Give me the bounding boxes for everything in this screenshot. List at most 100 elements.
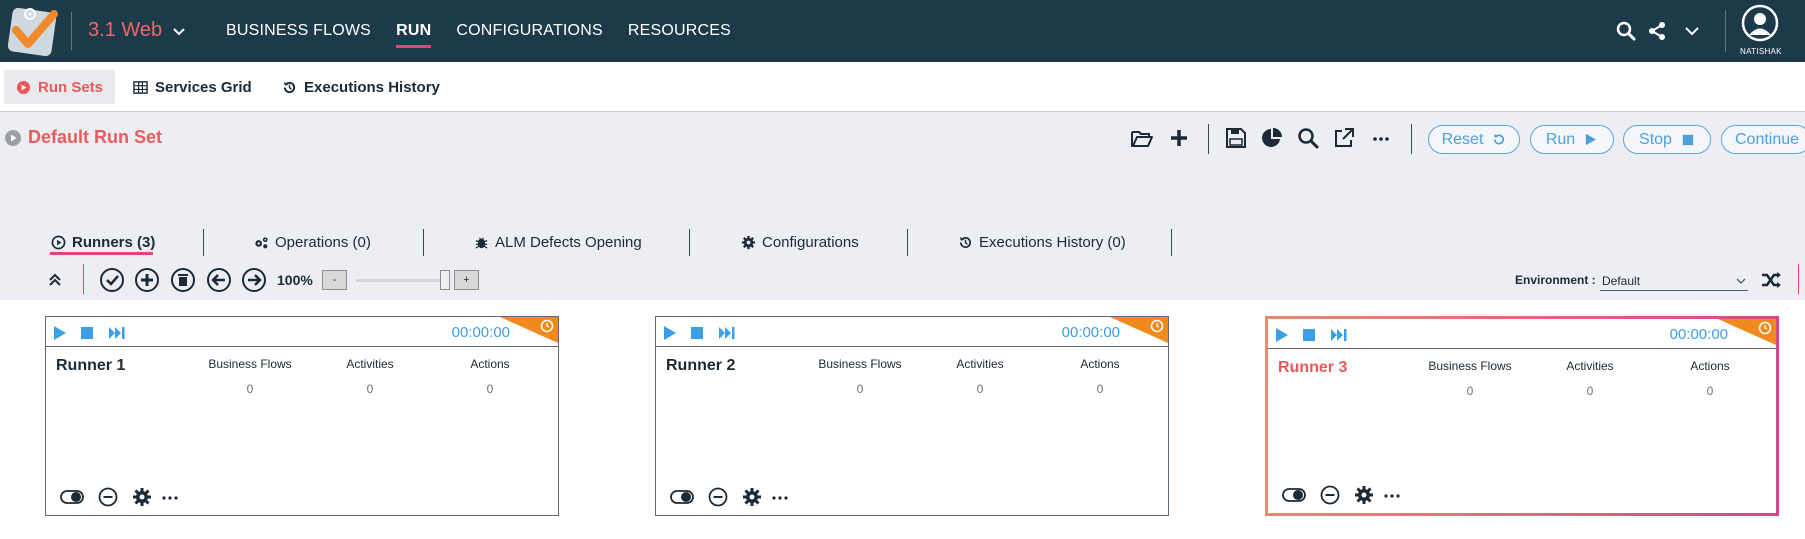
- fast-forward-icon[interactable]: [1330, 327, 1348, 343]
- reset-button[interactable]: Reset: [1428, 125, 1520, 154]
- toolbar-divider: [1798, 264, 1799, 294]
- more-icon[interactable]: [1382, 485, 1402, 505]
- nav-configurations[interactable]: CONFIGURATIONS: [456, 0, 603, 62]
- zoom-in-button[interactable]: +: [454, 270, 479, 290]
- toolbar-divider: [1208, 124, 1209, 154]
- play-icon[interactable]: [1274, 327, 1290, 343]
- nav-business-flows[interactable]: BUSINESS FLOWS: [226, 0, 371, 62]
- zoom-level: 100%: [277, 272, 313, 288]
- runner-card-selected[interactable]: 00:00:00 Runner 3 Business Flows Activit…: [1265, 316, 1779, 516]
- tab-divider: [689, 229, 690, 256]
- fast-forward-icon[interactable]: [718, 325, 736, 341]
- solution-selector[interactable]: 3.1 Web: [88, 19, 186, 42]
- user-divider: [1725, 10, 1726, 52]
- column-business-flows: Business Flows: [1428, 359, 1512, 373]
- actions-count: 0: [486, 382, 494, 396]
- clock-icon: [1110, 317, 1168, 343]
- zoom-slider-thumb[interactable]: [440, 270, 450, 290]
- more-icon[interactable]: [1369, 126, 1393, 150]
- toggle-icon[interactable]: [1282, 485, 1306, 505]
- tab-run-sets[interactable]: Run Sets: [4, 70, 116, 104]
- environment-select[interactable]: Default: [1600, 271, 1748, 291]
- zoom-slider[interactable]: [356, 279, 446, 282]
- more-icon[interactable]: [160, 487, 180, 507]
- stop-icon[interactable]: [689, 325, 705, 341]
- run-subtabs: Run Sets Services Grid Executions Histor…: [0, 62, 1805, 112]
- continue-button[interactable]: Continue: [1721, 125, 1805, 154]
- save-icon[interactable]: [1224, 126, 1248, 150]
- add-icon[interactable]: [134, 267, 160, 293]
- gear-icon[interactable]: [1354, 485, 1374, 505]
- tab-divider: [907, 229, 908, 256]
- zoom-out-button[interactable]: -: [322, 270, 347, 290]
- runner-footer: [666, 485, 806, 507]
- chevron-down-icon[interactable]: [1682, 21, 1702, 41]
- gear-icon[interactable]: [742, 487, 762, 507]
- reset-icon: [1494, 133, 1505, 145]
- shuffle-icon[interactable]: [1760, 269, 1782, 291]
- top-bar: 3.1 Web BUSINESS FLOWS RUN CONFIGURATION…: [0, 0, 1805, 62]
- tab-operations[interactable]: Operations (0): [254, 230, 371, 254]
- search-icon[interactable]: [1616, 21, 1636, 41]
- runset-name: Default Run Set: [28, 127, 163, 147]
- runner-card[interactable]: 00:00:00 Runner 2 Business Flows Activit…: [655, 316, 1169, 516]
- stop-icon[interactable]: [1301, 327, 1317, 343]
- collapse-icon[interactable]: [46, 271, 64, 289]
- avatar[interactable]: [1741, 4, 1779, 42]
- runners-canvas: 00:00:00 Runner 1 Business Flows Activit…: [0, 300, 1805, 539]
- run-label: Run: [1545, 130, 1576, 148]
- column-activities: Activities: [1566, 359, 1614, 373]
- business-flows-count: 0: [856, 382, 864, 396]
- play-icon: [1585, 133, 1597, 146]
- toggle-icon[interactable]: [60, 487, 84, 507]
- arrow-left-icon[interactable]: [206, 267, 232, 293]
- tab-alm-defects-opening[interactable]: ALM Defects Opening: [474, 230, 642, 254]
- fast-forward-icon[interactable]: [108, 325, 126, 341]
- stop-icon[interactable]: [79, 325, 95, 341]
- more-icon[interactable]: [770, 487, 790, 507]
- clock-icon: [1718, 319, 1776, 345]
- tab-executions-history[interactable]: Executions History: [270, 70, 452, 104]
- toggle-icon[interactable]: [670, 487, 694, 507]
- tab-services-grid[interactable]: Services Grid: [121, 70, 264, 104]
- search-icon[interactable]: [1296, 126, 1320, 150]
- play-circle-icon: [5, 129, 21, 146]
- folder-open-icon[interactable]: [1130, 126, 1154, 150]
- stop-button[interactable]: Stop: [1623, 125, 1711, 154]
- delete-icon[interactable]: [170, 267, 196, 293]
- grid-icon: [133, 80, 148, 94]
- tab-configurations[interactable]: Configurations: [741, 230, 859, 254]
- ginger-logo-icon[interactable]: [6, 4, 62, 58]
- environment-label: Environment :: [1515, 273, 1596, 287]
- runner-card[interactable]: 00:00:00 Runner 1 Business Flows Activit…: [45, 316, 559, 516]
- reset-label: Reset: [1441, 130, 1484, 148]
- actions-count: 0: [1096, 382, 1104, 396]
- business-flows-count: 0: [1466, 384, 1474, 398]
- bug-icon: [475, 237, 488, 249]
- run-button[interactable]: Run: [1530, 125, 1614, 154]
- stop-label: Stop: [1639, 130, 1672, 148]
- username: NATISHAK: [1740, 47, 1782, 56]
- nav-run[interactable]: RUN: [396, 0, 432, 62]
- tab-executions-history-runset[interactable]: Executions History (0): [958, 230, 1126, 254]
- remove-icon[interactable]: [708, 487, 728, 507]
- remove-icon[interactable]: [1320, 485, 1340, 505]
- share-icon[interactable]: [1647, 21, 1667, 41]
- plus-icon[interactable]: [1167, 126, 1191, 150]
- gear-icon[interactable]: [132, 487, 152, 507]
- nav-resources[interactable]: RESOURCES: [628, 0, 731, 62]
- play-circle-icon: [16, 80, 31, 94]
- remove-icon[interactable]: [98, 487, 118, 507]
- external-link-icon[interactable]: [1332, 126, 1356, 150]
- tab-runners[interactable]: Runners (3): [51, 230, 155, 254]
- column-activities: Activities: [956, 357, 1004, 371]
- play-icon[interactable]: [662, 325, 678, 341]
- pie-chart-icon[interactable]: [1260, 126, 1284, 150]
- tab-label: ALM Defects Opening: [495, 233, 642, 251]
- check-icon[interactable]: [99, 267, 125, 293]
- arrow-right-icon[interactable]: [241, 267, 267, 293]
- play-icon[interactable]: [52, 325, 68, 341]
- runner-name: Runner 1: [56, 357, 126, 374]
- runner-header: 00:00:00: [46, 317, 558, 347]
- continue-label: Continue: [1735, 130, 1800, 148]
